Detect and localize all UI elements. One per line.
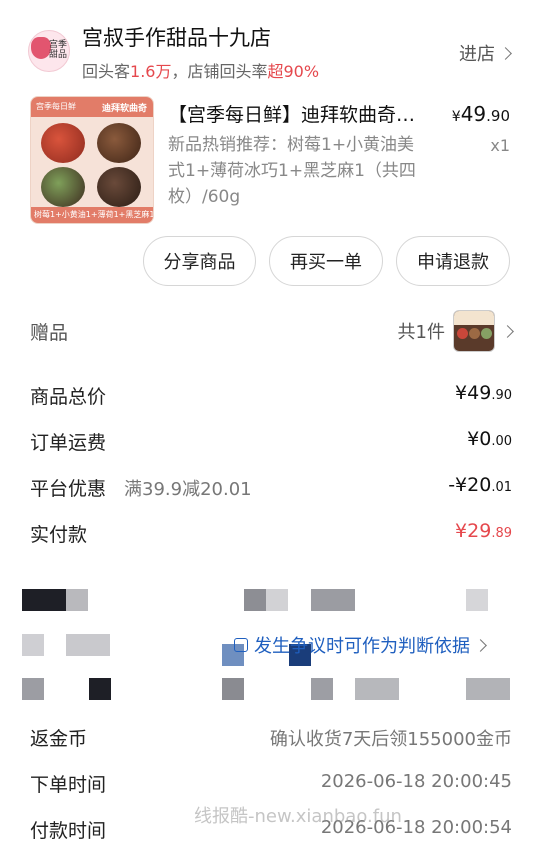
rebuy-button[interactable]: 再买一单 <box>269 236 383 286</box>
store-header: 宫季 甜品 宫叔手作甜品十九店 回头客1.6万，店铺回头率超90% 进店 <box>0 0 540 92</box>
shipping-value: ¥0.00 <box>467 428 512 450</box>
discount-dec: .01 <box>491 480 512 495</box>
summary-discount-row: 平台优惠 满39.9减20.01 -¥20.01 <box>30 466 512 506</box>
cookie-raspberry-image <box>41 123 85 163</box>
discount-label: 平台优惠 <box>30 478 107 500</box>
dispute-evidence-link[interactable]: 发生争议时可作为判断依据 <box>234 632 487 658</box>
product-spec: 新品热销推荐：树莓1+小黄油美式1+薄荷冰巧1+黑芝麻1（共四枚）/60g <box>168 135 416 207</box>
coins-row: 返金币 确认收货7天后领155000金币 <box>30 720 512 756</box>
total-dec: .90 <box>491 388 512 403</box>
gift-label: 赠品 <box>30 322 69 344</box>
thumb-footer-text: 树莓1+小黄油1+薄荷1+黑芝麻1 <box>34 210 154 219</box>
cookie-butter-image <box>97 123 141 163</box>
share-product-button[interactable]: 分享商品 <box>143 236 256 286</box>
total-label: 商品总价 <box>30 386 107 408</box>
repeat-customers: 1.6万 <box>130 62 172 81</box>
summary-shipping-row: 订单运费 ¥0.00 <box>30 420 512 460</box>
order-time-row: 下单时间 2026-06-18 20:00:45 <box>30 766 512 802</box>
paid-int: ¥29 <box>455 520 492 542</box>
thumb-brand: 宫季每日鲜 <box>36 102 76 111</box>
cookie-mint-image <box>41 167 85 207</box>
shipping-int: ¥0 <box>467 428 492 450</box>
order-actions: 分享商品 再买一单 申请退款 <box>143 236 510 286</box>
shipping-label: 订单运费 <box>30 432 107 454</box>
paid-label: 实付款 <box>30 524 88 546</box>
total-int: ¥49 <box>455 382 492 404</box>
gift-count: 共1件 <box>397 322 445 343</box>
price-dec: .90 <box>486 107 510 125</box>
gift-detail[interactable]: 共1件 <box>397 310 514 352</box>
discount-value: -¥20.01 <box>448 474 512 496</box>
store-logo[interactable]: 宫季 甜品 <box>28 30 70 72</box>
stats-mid: ，店铺回头率 <box>171 62 268 81</box>
logo-mascot-icon <box>31 37 51 59</box>
watermark: 线报酷-new.xianbao.fun <box>194 806 402 827</box>
paid-value: ¥29.89 <box>455 520 512 542</box>
product-thumbnail[interactable]: 宫季每日鲜 迪拜软曲奇 树莓1+小黄油1+薄荷1+黑芝麻1 <box>30 96 154 224</box>
product-item[interactable]: 宫季每日鲜 迪拜软曲奇 树莓1+小黄油1+薄荷1+黑芝麻1 【宫季每日鲜】迪拜软… <box>0 96 540 232</box>
enter-store-button[interactable]: 进店 <box>459 40 512 66</box>
pay-time-label: 付款时间 <box>30 820 107 842</box>
chevron-right-icon <box>501 324 514 338</box>
logo-text: 宫季 甜品 <box>49 40 68 60</box>
price-currency: ¥ <box>451 109 461 125</box>
discount-note: 满39.9减20.01 <box>124 479 252 500</box>
store-name[interactable]: 宫叔手作甜品十九店 <box>82 22 271 52</box>
refund-button[interactable]: 申请退款 <box>396 236 510 286</box>
total-value: ¥49.90 <box>455 382 512 404</box>
store-stats: 回头客1.6万，店铺回头率超90% <box>82 58 319 82</box>
order-time-value: 2026-06-18 20:00:45 <box>320 771 512 792</box>
chevron-right-icon <box>474 638 487 652</box>
redacted-mosaic <box>0 556 540 706</box>
gift-thumbnail <box>453 310 495 352</box>
thumb-band: 宫季每日鲜 迪拜软曲奇 <box>31 97 153 117</box>
thumb-product: 迪拜软曲奇 <box>101 104 147 114</box>
summary-paid-row: 实付款 ¥29.89 <box>30 512 512 552</box>
product-price: ¥49.90 <box>452 102 510 126</box>
stats-prefix: 回头客 <box>82 62 131 81</box>
shipping-dec: .00 <box>491 434 512 449</box>
document-icon <box>234 638 248 652</box>
discount-int: -¥20 <box>448 474 492 496</box>
summary-total-row: 商品总价 ¥49.90 <box>30 374 512 414</box>
coins-label: 返金币 <box>30 728 88 750</box>
product-title[interactable]: 【宫季每日鲜】迪拜软曲奇… <box>168 100 430 127</box>
product-quantity: x1 <box>490 136 510 155</box>
gift-row[interactable]: 赠品 共1件 <box>30 310 514 354</box>
price-int: 49 <box>460 102 487 126</box>
coins-value: 确认收货7天后领155000金币 <box>269 729 512 750</box>
evidence-link-text: 发生争议时可作为判断依据 <box>254 636 470 657</box>
order-time-label: 下单时间 <box>30 774 107 796</box>
thumb-footer: 树莓1+小黄油1+薄荷1+黑芝麻1 <box>31 207 153 223</box>
chevron-right-icon <box>499 46 512 60</box>
repeat-rate: 超90% <box>267 62 320 81</box>
enter-store-label: 进店 <box>459 44 495 65</box>
cookie-sesame-image <box>97 167 141 207</box>
paid-dec: .89 <box>491 526 512 541</box>
